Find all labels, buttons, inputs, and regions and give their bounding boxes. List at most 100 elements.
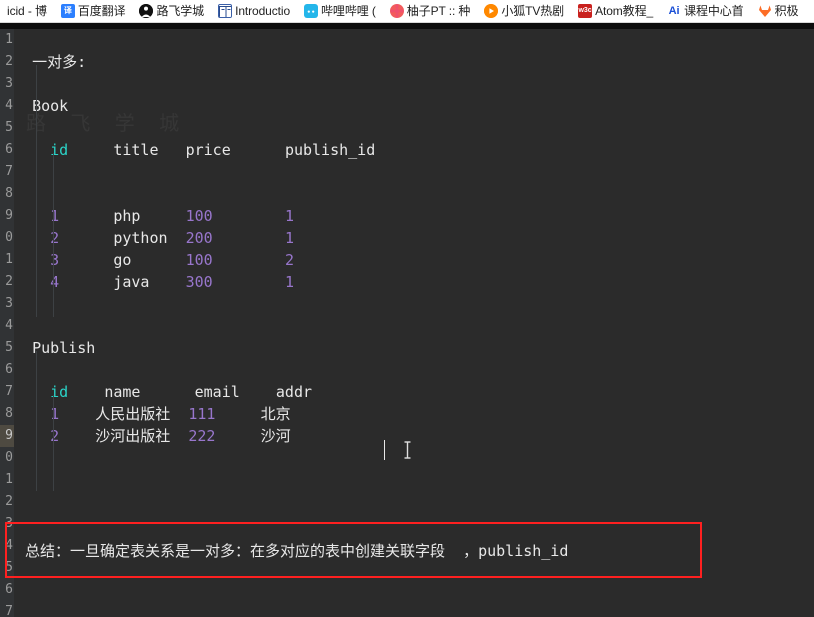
bookmark-label: Atom教程_: [595, 3, 654, 18]
text-caret: [384, 440, 385, 460]
code-line: Book: [14, 95, 814, 117]
bookmark-item-xiaohu-tv[interactable]: 小狐TV热剧: [477, 1, 571, 22]
line-number: 1: [5, 252, 13, 267]
summary-text: 总结：一旦确定表关系是一对多：在多对应的表中创建关联字段 ，publish_id: [25, 542, 569, 560]
code-line: id name email addr: [14, 381, 814, 403]
bookmark-item-bilibili[interactable]: 哔哩哔哩 (: [297, 1, 383, 22]
w3c-icon: w3c: [578, 4, 593, 18]
line-number: 7: [5, 604, 13, 617]
code-token: 1: [50, 207, 60, 225]
pt-site-icon: [389, 4, 404, 18]
bilibili-icon: [304, 4, 319, 18]
indent-guide: [53, 153, 54, 317]
bookmark-label: 百度翻译: [77, 3, 126, 18]
code-token: email: [194, 383, 240, 401]
line-number: 7: [5, 164, 13, 179]
line-number: 6: [5, 362, 13, 377]
bookmark-item-jiji[interactable]: 积极: [751, 1, 806, 22]
bookmark-item-luffy-academy[interactable]: 路飞学城: [132, 1, 211, 22]
line-number: 9: [0, 425, 14, 447]
indent-guide: [53, 395, 54, 491]
line-number: 2: [5, 54, 13, 69]
bookmark-item-course-center[interactable]: Ai 课程中心首: [660, 1, 751, 22]
line-number: 2: [5, 494, 13, 509]
line-number: 1: [5, 472, 13, 487]
line-number: 3: [5, 76, 13, 91]
bookmark-label: 柚子PT :: 种: [406, 3, 471, 18]
line-number: 0: [5, 230, 13, 245]
bookmark-item-introduction[interactable]: Introductio: [211, 1, 297, 22]
code-token: 2: [284, 251, 294, 269]
code-line: 2 沙河出版社 222 沙河: [14, 425, 814, 447]
code-line: 1 人民出版社 111 北京: [14, 403, 814, 425]
code-token: 1: [284, 207, 294, 225]
code-token: name: [104, 383, 141, 401]
code-token: php: [113, 207, 141, 225]
code-editor[interactable]: 路 飞 学 城 12345678901234567890123456789012…: [0, 29, 814, 617]
code-token: 1: [50, 405, 60, 423]
line-number: 6: [5, 582, 13, 597]
code-token: 人民出版社: [95, 405, 171, 423]
code-line: 一对多:: [14, 51, 814, 73]
bookmark-item-youzi-pt[interactable]: 柚子PT :: 种: [383, 1, 478, 22]
line-number: 9: [5, 208, 13, 223]
code-token: 沙河: [260, 427, 291, 445]
code-token: 一对多:: [32, 53, 87, 71]
line-number: 8: [5, 186, 13, 201]
line-number: 4: [5, 318, 13, 333]
bookmark-label: icid - 博: [7, 3, 47, 18]
code-token: publish_id: [284, 141, 376, 159]
code-token: 300: [185, 273, 213, 291]
code-token: price: [185, 141, 231, 159]
line-number: 6: [5, 142, 13, 157]
line-number: 3: [5, 296, 13, 311]
summary-annotation-box: 总结：一旦确定表关系是一对多：在多对应的表中创建关联字段 ，publish_id: [5, 522, 702, 578]
bookmark-item-atom-tutorial[interactable]: w3c Atom教程_: [571, 1, 660, 22]
code-token: go: [113, 251, 132, 269]
line-number: 5: [5, 340, 13, 355]
line-number: 5: [5, 120, 13, 135]
play-circle-icon: [484, 4, 499, 18]
code-token: 1: [284, 229, 294, 247]
code-token: 222: [188, 427, 216, 445]
luffy-academy-icon: [139, 4, 154, 18]
code-token: 2: [50, 427, 60, 445]
bookmark-label: 路飞学城: [156, 3, 205, 18]
bookmark-item-baidu-translate[interactable]: 译 百度翻译: [54, 1, 133, 22]
code-token: 200: [185, 229, 213, 247]
bookmark-item-icid[interactable]: icid - 博: [0, 1, 54, 22]
code-token: 沙河出版社: [95, 427, 171, 445]
code-token: addr: [275, 383, 313, 401]
line-number: 2: [5, 274, 13, 289]
baidu-translate-icon: 译: [60, 4, 75, 18]
browser-bookmarks-bar: icid - 博 译 百度翻译 路飞学城 Introductio 哔哩哔哩 (…: [0, 0, 814, 23]
